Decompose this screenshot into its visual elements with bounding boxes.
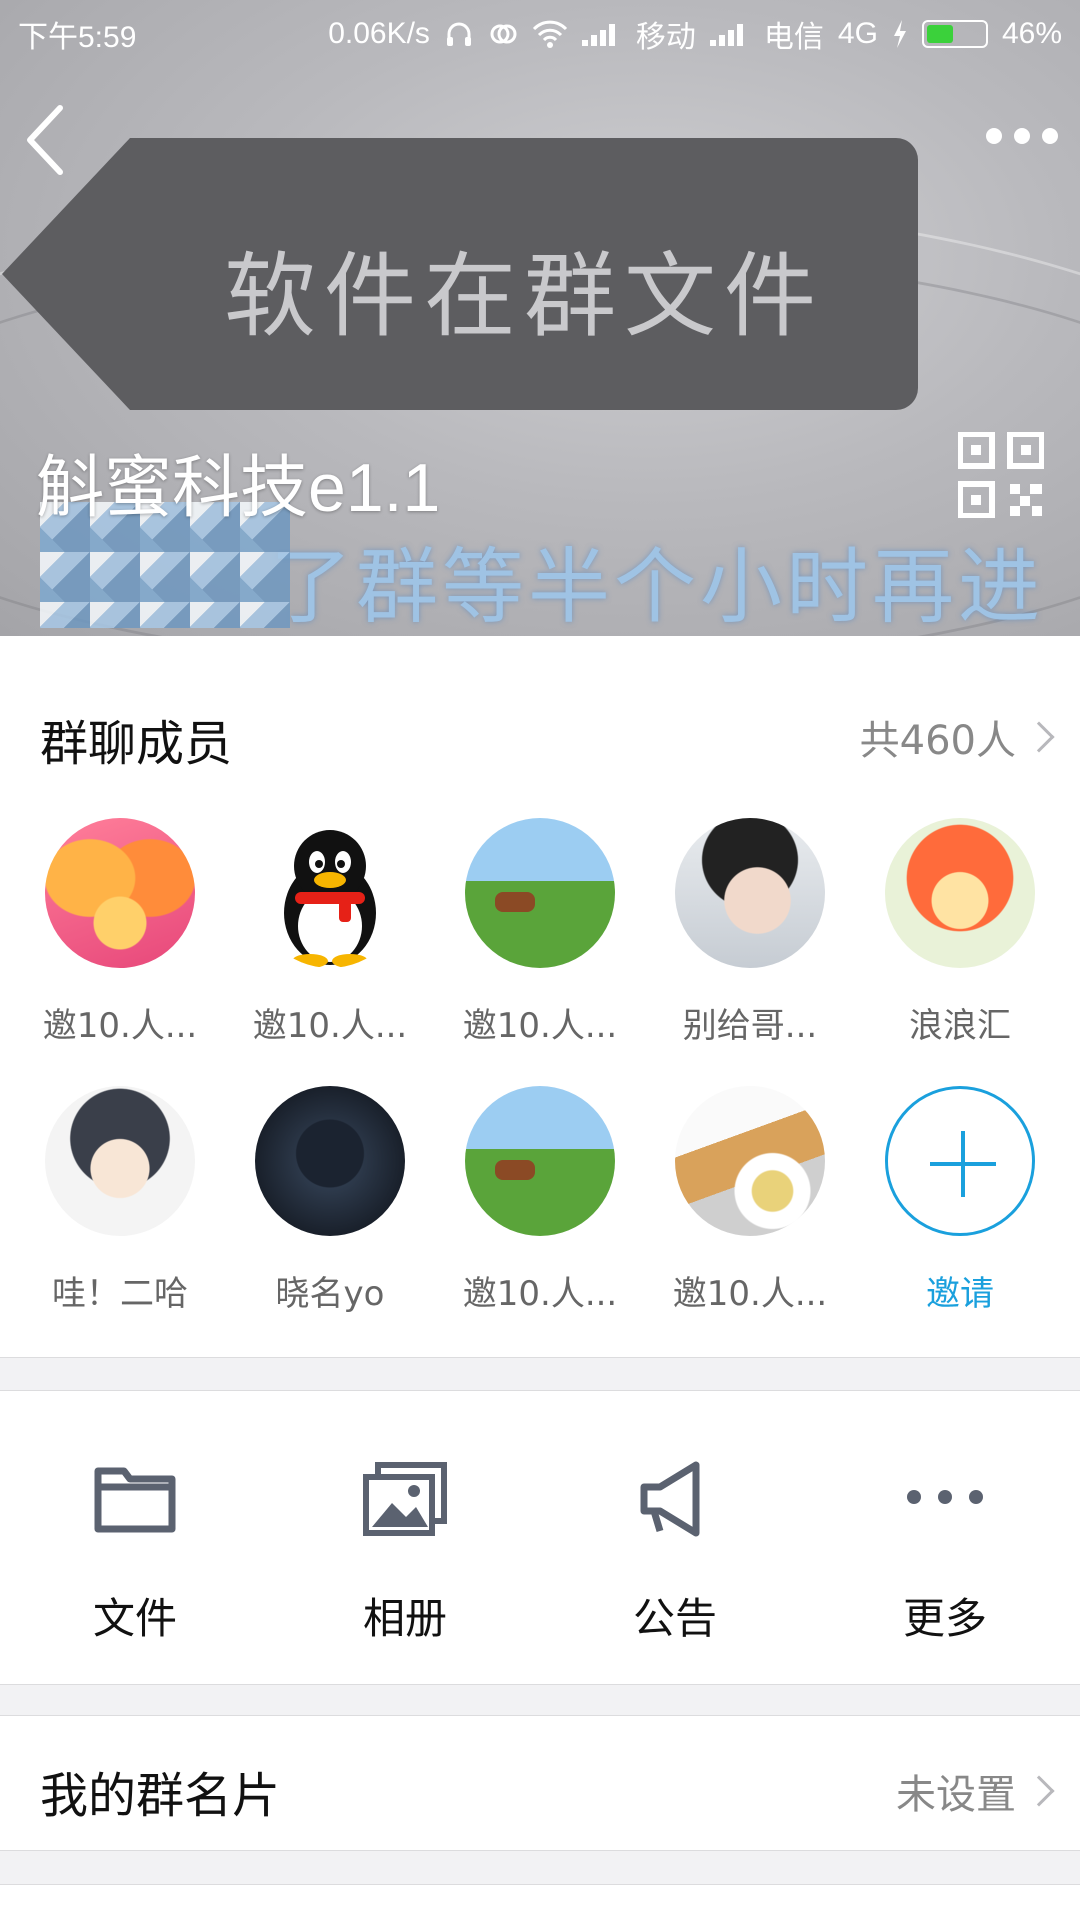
members-title: 群聊成员 bbox=[40, 716, 233, 772]
member-item[interactable]: 邀10.人... bbox=[20, 818, 220, 1047]
carrier-2: 电信 bbox=[763, 21, 824, 54]
invite-button[interactable]: 邀请 bbox=[860, 1086, 1060, 1315]
cover-banner-text: 了群等半个小时再进 bbox=[270, 540, 1045, 635]
more-dots-icon bbox=[1014, 128, 1030, 144]
group-members-section: 群聊成员 共460人 邀10.人... 邀10.人... 邀10.人... 别给… bbox=[0, 636, 1080, 1358]
member-item[interactable]: 别给哥... bbox=[650, 818, 850, 1047]
my-group-card-row[interactable]: 我的群名片 未设置 bbox=[0, 1715, 1080, 1851]
back-chevron-icon bbox=[27, 105, 63, 175]
next-row-edge bbox=[0, 1884, 1080, 1920]
more-actions-button[interactable]: 更多 bbox=[810, 1459, 1080, 1646]
member-item[interactable]: 邀10.人... bbox=[440, 818, 640, 1047]
photo-album-icon bbox=[363, 1462, 447, 1536]
carrier-1: 移动 bbox=[635, 21, 696, 54]
my-group-card-value: 未设置 bbox=[896, 1772, 1016, 1818]
member-item[interactable]: 浪浪汇 bbox=[860, 818, 1060, 1047]
charging-icon bbox=[893, 20, 906, 48]
chevron-right-icon bbox=[1023, 721, 1055, 753]
action-label: 更多 bbox=[902, 1594, 987, 1643]
member-name: 邀10.人... bbox=[462, 1006, 618, 1046]
cover-tag-text: 软件在群文件 bbox=[223, 243, 824, 350]
signal-icon bbox=[709, 22, 750, 46]
avatar bbox=[885, 818, 1035, 968]
penguin-avatar-icon bbox=[255, 818, 405, 968]
avatar bbox=[675, 1086, 825, 1236]
network-speed: 0.06K/s bbox=[328, 17, 430, 50]
more-dots-icon bbox=[986, 128, 1002, 144]
battery-fill bbox=[926, 25, 953, 43]
avatar bbox=[675, 818, 825, 968]
member-item[interactable]: 邀10.人... bbox=[440, 1086, 640, 1315]
chevron-right-icon bbox=[1023, 1775, 1055, 1807]
member-name: 邀10.人... bbox=[672, 1274, 828, 1314]
member-item[interactable]: 邀10.人... bbox=[230, 818, 430, 1047]
back-button[interactable] bbox=[22, 100, 82, 180]
files-button[interactable]: 文件 bbox=[0, 1459, 270, 1646]
sync-icon bbox=[490, 24, 517, 44]
avatar bbox=[465, 1086, 615, 1236]
wifi-icon bbox=[532, 20, 568, 48]
plus-icon bbox=[885, 1086, 1035, 1236]
more-dots-icon bbox=[1042, 128, 1058, 144]
status-time: 下午5:59 bbox=[18, 21, 137, 54]
action-label: 文件 bbox=[92, 1594, 177, 1643]
network-type: 4G bbox=[837, 17, 878, 50]
announcements-button[interactable]: 公告 bbox=[540, 1459, 810, 1646]
megaphone-icon bbox=[640, 1461, 700, 1537]
cover-tag: 软件在群文件 bbox=[2, 138, 918, 410]
members-count: 共460人 bbox=[859, 718, 1016, 764]
member-name: 邀10.人... bbox=[252, 1006, 408, 1046]
avatar bbox=[465, 818, 615, 968]
more-options-button[interactable] bbox=[986, 118, 1058, 154]
qr-code-button[interactable] bbox=[957, 431, 1045, 519]
member-item[interactable]: 晓名yo bbox=[230, 1086, 430, 1315]
member-item[interactable]: 邀10.人... bbox=[650, 1086, 850, 1315]
invite-label: 邀请 bbox=[926, 1274, 994, 1314]
avatar bbox=[45, 818, 195, 968]
album-button[interactable]: 相册 bbox=[270, 1459, 540, 1646]
member-name: 晓名yo bbox=[275, 1274, 385, 1314]
avatar bbox=[45, 1086, 195, 1236]
folder-icon bbox=[94, 1467, 176, 1533]
avatar bbox=[255, 1086, 405, 1236]
battery-percent: 46% bbox=[1001, 17, 1062, 50]
status-bar: 下午5:59 0.06K/s 移动 电信 4G 46% bbox=[0, 0, 1080, 60]
group-actions-grid: 文件 相册 公告 更多 bbox=[0, 1390, 1080, 1685]
member-name: 邀10.人... bbox=[42, 1006, 198, 1046]
headset-icon bbox=[446, 22, 471, 46]
signal-icon bbox=[581, 22, 622, 46]
members-count-link[interactable]: 共460人 bbox=[859, 708, 1055, 766]
member-name: 邀10.人... bbox=[462, 1274, 618, 1314]
more-icon bbox=[907, 1490, 983, 1504]
action-label: 公告 bbox=[632, 1594, 717, 1643]
member-name: 哇！二哈 bbox=[52, 1274, 188, 1314]
member-name: 别给哥... bbox=[682, 1006, 818, 1046]
battery-icon bbox=[921, 20, 988, 48]
member-item[interactable]: 哇！二哈 bbox=[20, 1086, 220, 1315]
my-group-card-label: 我的群名片 bbox=[40, 1768, 281, 1824]
group-name: 斛蜜科技e1.1 bbox=[36, 450, 441, 526]
member-name: 浪浪汇 bbox=[909, 1006, 1011, 1046]
avatar bbox=[255, 818, 405, 968]
action-label: 相册 bbox=[362, 1594, 447, 1643]
qr-code-icon bbox=[957, 431, 1045, 519]
group-cover: 软件在群文件 了群等半个小时再进 下午5:59 0.06K/s 移动 电信 4G… bbox=[0, 0, 1080, 636]
